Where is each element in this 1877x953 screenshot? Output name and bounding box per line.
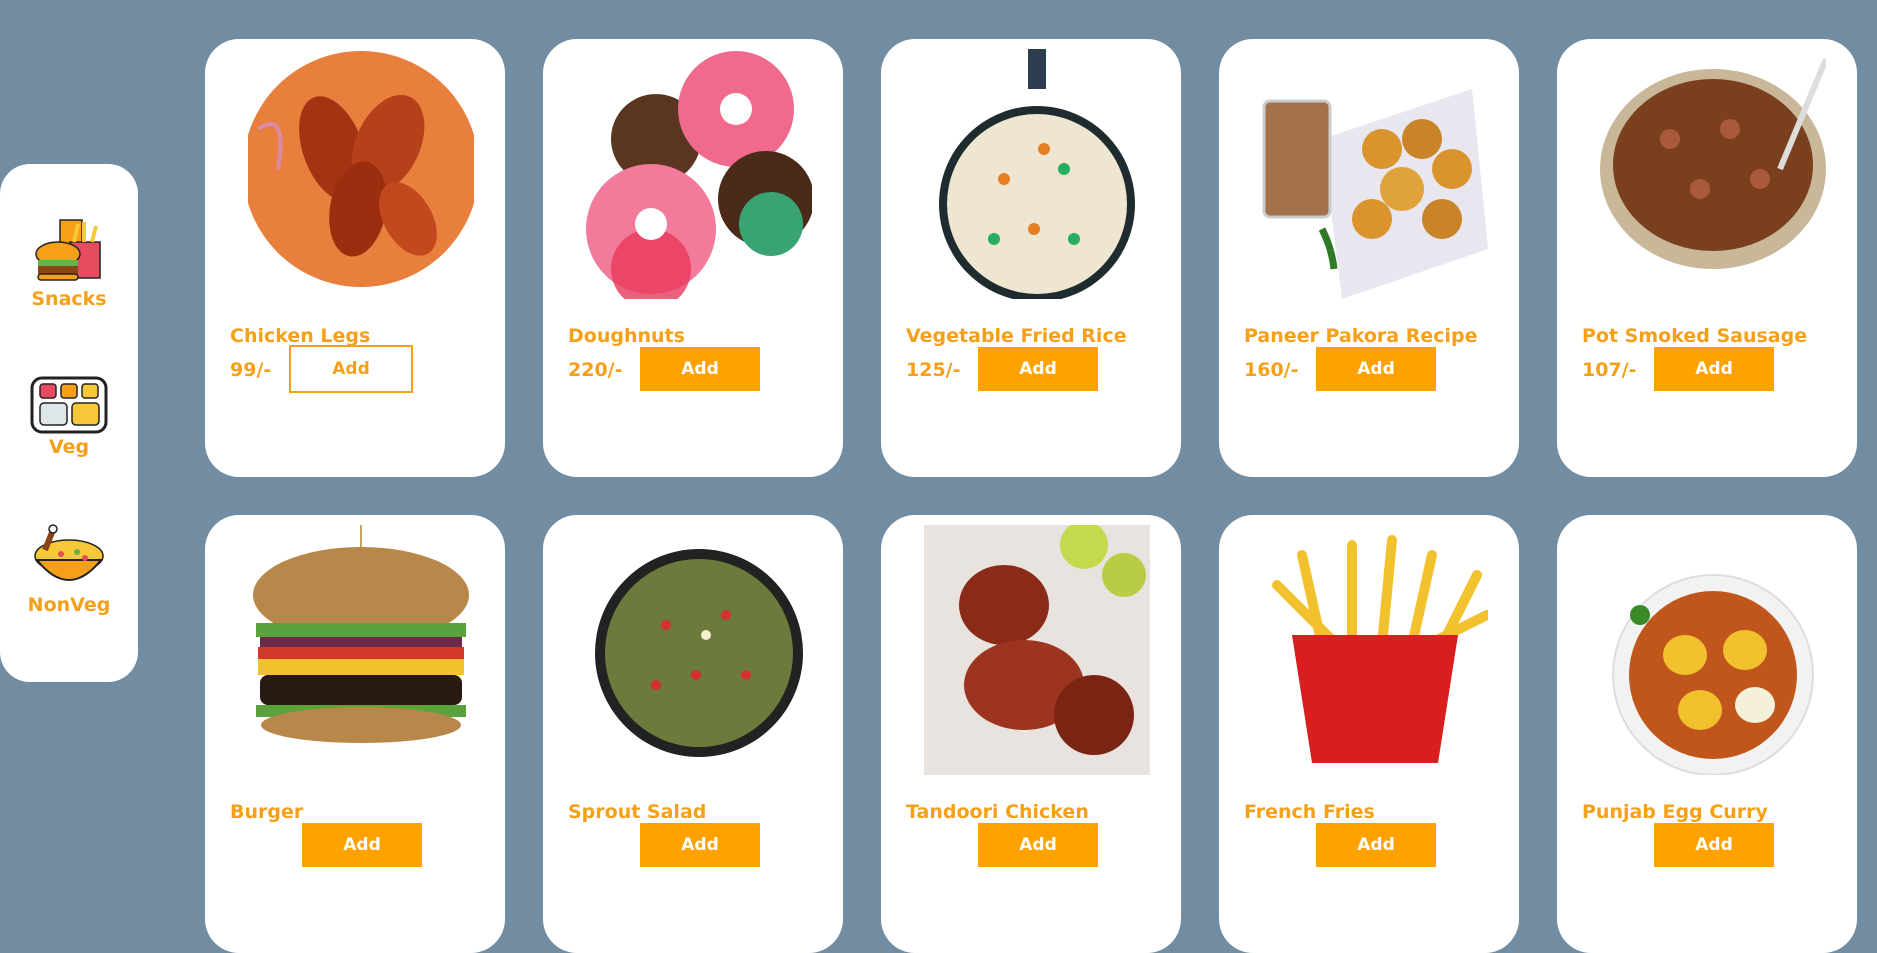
product-card: Tandoori Chicken Add	[881, 515, 1181, 953]
product-card: Paneer Pakora Recipe 160/- Add	[1219, 39, 1519, 477]
add-button[interactable]: Add	[978, 347, 1098, 391]
egg-curry-image	[1612, 574, 1814, 775]
product-name: Tandoori Chicken	[906, 801, 1089, 823]
category-nonveg[interactable]: NonVeg	[0, 520, 138, 616]
category-veg[interactable]: Veg	[0, 376, 138, 458]
category-label: NonVeg	[27, 594, 111, 616]
fried-rice-image	[939, 49, 1135, 299]
product-name: Paneer Pakora Recipe	[1244, 325, 1478, 347]
sausage-curry-image	[1600, 57, 1826, 269]
product-name: Doughnuts	[568, 325, 685, 347]
product-price: 160/-	[1244, 359, 1299, 381]
product-name: Burger	[230, 801, 304, 823]
product-card: Chicken Legs 99/- Add	[205, 39, 505, 477]
doughnuts-image	[586, 51, 812, 299]
product-card: Punjab Egg Curry Add	[1557, 515, 1857, 953]
sprout-salad-image	[595, 549, 803, 757]
veg-thali-icon	[30, 376, 108, 434]
nonveg-icon	[34, 524, 104, 581]
add-button[interactable]: Add	[1654, 823, 1774, 867]
chicken-legs-image	[248, 51, 474, 287]
product-price: 99/-	[230, 359, 272, 381]
product-card: Burger Add	[205, 515, 505, 953]
category-label: Veg	[48, 436, 90, 458]
burger-image	[253, 525, 469, 743]
product-name: Chicken Legs	[230, 325, 371, 347]
product-card: Pot Smoked Sausage 107/- Add	[1557, 39, 1857, 477]
add-button[interactable]: Add	[1316, 823, 1436, 867]
snacks-icon	[35, 219, 101, 281]
product-card: French Fries Add	[1219, 515, 1519, 953]
product-name: Pot Smoked Sausage	[1582, 325, 1808, 347]
paneer-pakora-image	[1262, 89, 1488, 299]
french-fries-image	[1272, 535, 1488, 763]
product-card: Doughnuts 220/- Add	[543, 39, 843, 477]
product-name: French Fries	[1244, 801, 1375, 823]
product-name: Punjab Egg Curry	[1582, 801, 1768, 823]
add-button[interactable]: Add	[640, 823, 760, 867]
add-button[interactable]: Add	[1316, 347, 1436, 391]
add-button[interactable]: Add	[1654, 347, 1774, 391]
add-button[interactable]: Add	[978, 823, 1098, 867]
product-price: 107/-	[1582, 359, 1637, 381]
category-snacks[interactable]: Snacks	[0, 214, 138, 310]
category-sidebar: Snacks Veg NonVeg	[0, 164, 138, 682]
product-card: Sprout Salad Add	[543, 515, 843, 953]
product-name: Vegetable Fried Rice	[906, 325, 1127, 347]
product-name: Sprout Salad	[568, 801, 707, 823]
category-label: Snacks	[31, 288, 107, 310]
tandoori-chicken-image	[924, 525, 1150, 775]
add-button[interactable]: Add	[640, 347, 760, 391]
product-price: 220/-	[568, 359, 623, 381]
add-button[interactable]: Add	[289, 345, 413, 393]
product-price: 125/-	[906, 359, 961, 381]
product-card: Vegetable Fried Rice 125/- Add	[881, 39, 1181, 477]
add-button[interactable]: Add	[302, 823, 422, 867]
